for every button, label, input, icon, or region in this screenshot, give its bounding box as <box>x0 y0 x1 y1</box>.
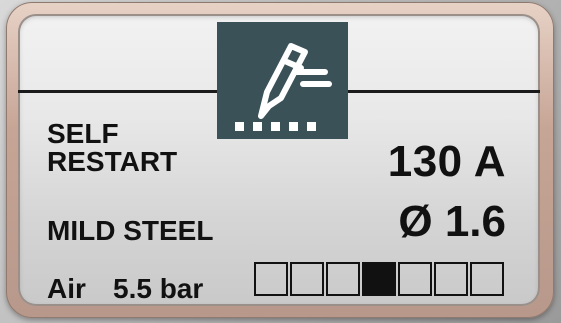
pressure-readout: 5.5 bar <box>113 273 204 304</box>
level-segment <box>434 262 468 296</box>
level-segment <box>326 262 360 296</box>
material-label: MILD STEEL <box>47 215 214 246</box>
level-segment-active <box>362 262 396 296</box>
level-segment <box>290 262 324 296</box>
process-icon-box <box>217 22 348 139</box>
welding-torch-icon <box>235 43 332 131</box>
wire-size-readout: Ø 1.6 <box>398 197 506 246</box>
gas-label: Air <box>47 273 86 304</box>
current-readout: 130 A <box>387 137 506 186</box>
restart-mode-line2: RESTART <box>47 146 178 177</box>
level-segment <box>470 262 504 296</box>
restart-mode-line1: SELF <box>47 118 119 149</box>
pressure-level-bar <box>254 262 504 296</box>
level-segment <box>254 262 288 296</box>
restart-mode-label: SELF RESTART <box>47 120 217 176</box>
level-segment <box>398 262 432 296</box>
lcd-screen: SELF RESTART 130 A MILD STEEL Ø 1.6 Air … <box>18 14 540 306</box>
